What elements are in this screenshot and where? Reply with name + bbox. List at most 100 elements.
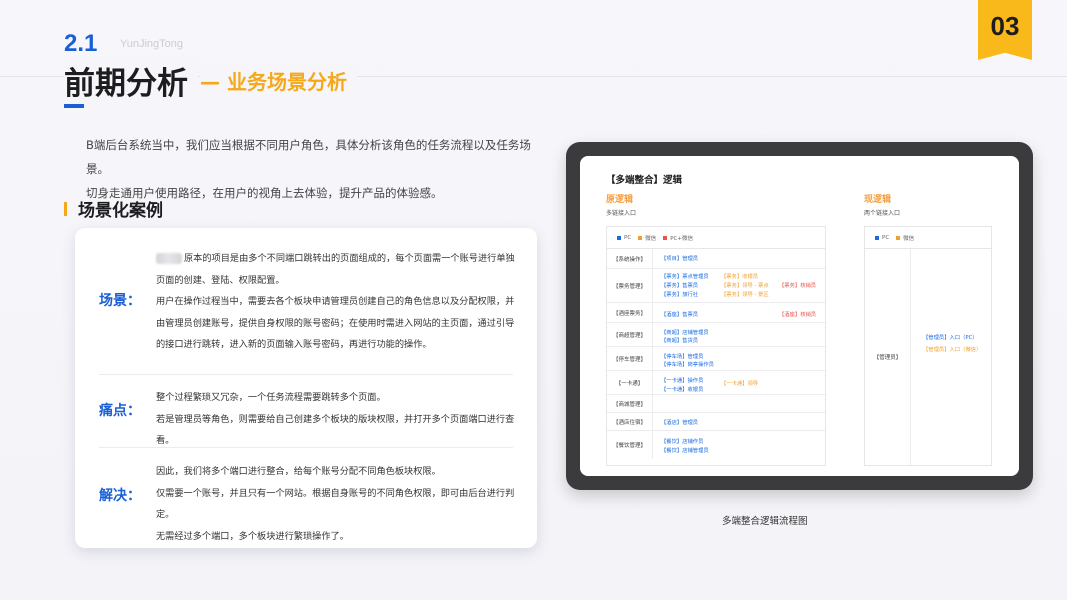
scenario-line: 用户在操作过程当中，需要去各个板块申请管理员创建自己的角色信息以及分配权限，并 (156, 296, 515, 307)
original-row-values: 【酒座】售票员 【酒座】核销员 (653, 303, 825, 322)
page-number-badge: 03 (978, 0, 1032, 60)
role-tag: 【票务】收银员 (721, 274, 759, 280)
solution-line: 无需经过多个端口，多个板块进行繁琐操作了。 (156, 530, 349, 542)
legend-label: PC (882, 234, 890, 241)
brand-name: YunJingTong (120, 38, 183, 50)
current-row: 【管理员】 【管理员】入口（PC） 【管理员】入口（微信） (865, 249, 991, 465)
original-row: 【一卡通】 【一卡通】操作员 【一卡通】领导 【一卡通】收银员 (607, 371, 825, 395)
role-tag: 【票务】领导 - 景区 (721, 292, 769, 298)
original-row-values: 【票务】票点管理员 【票务】收银员【票务】售票员 【票务】领导 - 票点 【票务】核销… (653, 269, 825, 302)
diagram-screen: 【多端整合】逻辑 原逻辑 多链接入口 现逻辑 两个链接入口 PC 微信 PC+微信 … (580, 156, 1019, 476)
scenario-line: 原本的项目是由多个不同端口跳转出的页面组成的，每个页面需一个账号进行单独 (156, 248, 526, 270)
current-row-values: 【管理员】入口（PC） 【管理员】入口（微信） (911, 249, 991, 465)
original-logic-table: PC 微信 PC+微信 【系统操作】 【项目】管理员 【票务管理】 【票务】票点管理员 【票… (606, 226, 826, 466)
solution-line: 仅需要一个账号，并且只有一个网站。根据自身账号的不同角色权限，即可由后台进行判定… (156, 487, 515, 521)
role-tag: 【票务】票点管理员 (661, 274, 709, 280)
role-tag: 【酒店】管理员 (661, 420, 699, 426)
role-tag: 【管理员】入口（PC） (923, 335, 978, 341)
original-row-values: 【酒店】管理员 (653, 413, 825, 430)
original-row-values: 【一卡通】操作员 【一卡通】领导 【一卡通】收银员 (653, 371, 825, 394)
case-heading: 场景化案例 (64, 196, 163, 221)
scenario-text: 原本的项目是由多个不同端口跳转出的页面组成的，每个页面需一个账号进行单独 页面的… (156, 248, 526, 356)
original-row: 【酒店住宿】 【酒店】管理员 (607, 413, 825, 431)
section-number: 2.1 (64, 30, 98, 57)
legend-swatch (617, 235, 621, 240)
legend-swatch (663, 235, 668, 240)
original-row-key: 【停车管理】 (607, 347, 653, 370)
original-row: 【餐饮管理】 【餐饮】店铺作员 【餐饮】店铺管理员 (607, 431, 825, 459)
original-row-key: 【票务管理】 (607, 269, 653, 302)
original-row-values: 【商超】店铺管理员 【商超】售货员 (653, 323, 825, 346)
legend-label: PC (624, 234, 632, 241)
role-tag: 【商超】店铺管理员 (661, 330, 709, 336)
scenario-line: 由管理员创建账号，提供自身权限的账号密码；在使用时需进入网站的主页面，通过引导 (156, 317, 515, 329)
scenario-line: 页面的创建、登陆、权限配置。 (156, 274, 285, 286)
original-row: 【商城管理】 (607, 395, 825, 413)
original-row-key: 【系统操作】 (607, 249, 653, 268)
role-tag: 【项目】管理员 (661, 256, 699, 262)
scenario-label: 场景： (99, 293, 141, 309)
legend-swatch (875, 235, 879, 240)
role-tag: 【酒座】核销员 (779, 312, 817, 318)
original-logic-heading: 原逻辑 (606, 195, 634, 205)
pain-label: 痛点： (99, 403, 141, 419)
original-row: 【商超管理】 【商超】店铺管理员 【商超】售货员 (607, 323, 825, 347)
legend-item: 微信 (638, 234, 656, 242)
original-row-values: 【停车场】管理员【停车场】岗亭操作员 (653, 347, 825, 370)
tablet-mockup: 【多端整合】逻辑 原逻辑 多链接入口 现逻辑 两个链接入口 PC 微信 PC+微信 … (566, 142, 1033, 490)
scenario-line: 的接口进行跳转，进入新的页面输入账号密码，再进行功能的操作。 (156, 339, 432, 350)
solution-label: 解决： (99, 488, 141, 504)
legend-item: PC+微信 (663, 234, 693, 242)
original-row-values: 【项目】管理员 (653, 249, 825, 268)
legend-item: PC (617, 235, 631, 241)
card-divider (99, 374, 513, 375)
current-logic-table: PC 微信 【管理员】 【管理员】入口（PC） 【管理员】入口（微信） (864, 226, 992, 466)
original-logic-sub: 多链接入口 (606, 210, 637, 217)
role-tag: 【一卡通】领导 (721, 381, 759, 387)
legend-item: 微信 (896, 234, 914, 242)
current-logic-sub: 两个链接入口 (864, 210, 901, 217)
pain-line: 若是管理员等角色，则需要给自己创建多个板块的版块权限，并打开多个页面端口进行查看… (156, 413, 515, 447)
legend-swatch (896, 235, 901, 240)
role-tag: 【一卡通】收银员 (661, 387, 704, 393)
original-legend: PC 微信 PC+微信 (607, 227, 825, 249)
role-tag: 【停车场】管理员 (661, 354, 704, 360)
role-tag: 【票务】旅行社 (661, 292, 699, 298)
original-row-key: 【商超管理】 (607, 323, 653, 346)
role-tag: 【票务】领导 - 票点 (721, 283, 769, 289)
page-title: 前期分析 (64, 58, 198, 103)
original-row-key: 【商城管理】 (607, 395, 653, 412)
pain-text: 整个过程繁琐又冗杂，一个任务流程需要跳转多个页面。 若是管理员等角色，则需要给自… (156, 387, 526, 452)
redacted-name (156, 253, 182, 264)
role-tag: 【餐饮】店铺作员 (661, 439, 704, 445)
intro-text: B端后台系统当中，我们应当根据不同用户角色，具体分析该角色的任务流程以及任务场景… (86, 133, 546, 205)
original-row-key: 【一卡通】 (607, 371, 653, 394)
role-tag: 【票务】核销员 (779, 283, 817, 289)
diagram-caption: 多端整合逻辑流程图 (722, 516, 808, 527)
case-card: 场景： 原本的项目是由多个不同端口跳转出的页面组成的，每个页面需一个账号进行单独… (75, 228, 537, 548)
case-heading-text: 场景化案例 (78, 201, 163, 221)
original-row: 【系统操作】 【项目】管理员 (607, 249, 825, 269)
intro-line: B端后台系统当中，我们应当根据不同用户角色，具体分析该角色的任务流程以及任务场景… (86, 138, 531, 176)
solution-line: 因此，我们将多个端口进行整合，给每个账号分配不同角色板块权限。 (156, 466, 441, 477)
page-number: 03 (990, 10, 1020, 41)
legend-label: 微信 (903, 235, 915, 242)
original-row: 【票务管理】 【票务】票点管理员 【票务】收银员【票务】售票员 【票务】领导 - 票点… (607, 269, 825, 303)
role-tag: 【餐饮】店铺管理员 (661, 448, 709, 454)
role-tag: 【停车场】岗亭操作员 (661, 362, 714, 368)
legend-item: PC (875, 235, 889, 241)
original-row: 【停车管理】 【停车场】管理员 【停车场】岗亭操作员 (607, 347, 825, 371)
solution-text: 因此，我们将多个端口进行整合，给每个账号分配不同角色板块权限。 仅需要一个账号，… (156, 461, 526, 547)
original-row-key: 【酒店住宿】 (607, 413, 653, 430)
current-logic-heading: 现逻辑 (864, 195, 892, 205)
role-tag: 【商超】售货员 (661, 338, 699, 344)
role-tag: 【酒座】售票员 (661, 312, 699, 318)
page-subtitle: — 业务场景分析 (200, 66, 357, 95)
role-tag: 【票务】售票员 (661, 283, 699, 289)
heading-accent-bar (64, 201, 67, 216)
legend-label: PC+微信 (670, 235, 693, 242)
original-row-key: 【酒座票务】 (607, 303, 653, 322)
pain-line: 整个过程繁琐又冗杂，一个任务流程需要跳转多个页面。 (156, 392, 386, 403)
legend-label: 微信 (645, 235, 657, 242)
legend-swatch (638, 235, 643, 240)
